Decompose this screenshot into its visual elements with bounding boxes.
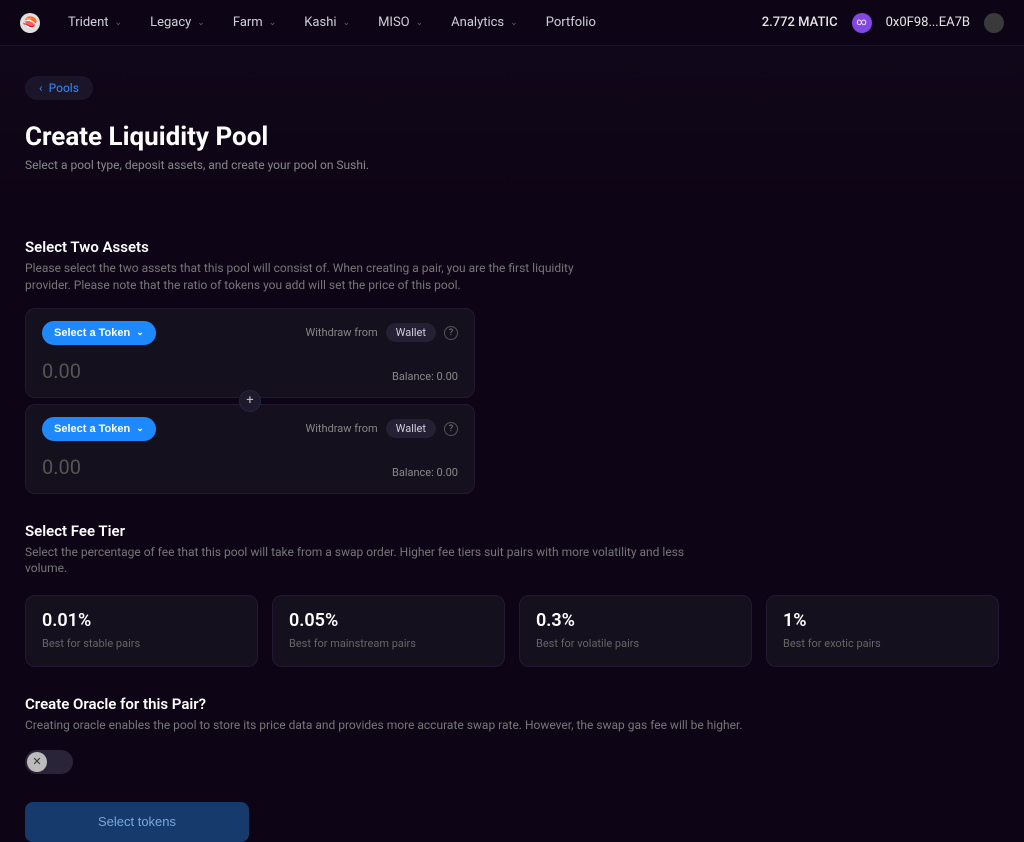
chevron-down-icon: ⌄ — [269, 18, 277, 28]
app-logo[interactable]: 🍣 — [20, 13, 40, 33]
chevron-down-icon: ⌄ — [416, 18, 424, 28]
chevron-down-icon: ⌄ — [136, 423, 144, 434]
fee-tier-0.3[interactable]: 0.3% Best for volatile pairs — [519, 595, 752, 667]
chevron-down-icon: ⌄ — [115, 18, 123, 28]
fee-tier-percent: 1% — [783, 610, 982, 631]
fee-tier-percent: 0.3% — [536, 610, 735, 631]
avatar[interactable] — [984, 13, 1004, 33]
assets-section-title: Select Two Assets — [25, 238, 999, 256]
assets-section-desc: Please select the two assets that this p… — [25, 260, 585, 294]
help-icon[interactable]: ? — [444, 326, 458, 340]
balance-b: Balance: 0.00 — [392, 466, 458, 479]
chain-icon[interactable]: ∞ — [852, 13, 872, 33]
back-to-pools[interactable]: ‹ Pools — [25, 76, 93, 100]
wallet-balance: 2.772 MATIC — [762, 15, 838, 30]
chevron-left-icon: ‹ — [39, 81, 43, 95]
fee-tier-0.01[interactable]: 0.01% Best for stable pairs — [25, 595, 258, 667]
fee-tier-desc: Best for stable pairs — [42, 637, 241, 650]
select-token-b-button[interactable]: Select a Token ⌄ — [42, 417, 156, 441]
asset-input-b: Select a Token ⌄ Withdraw from Wallet ? … — [25, 404, 475, 494]
withdraw-source-b[interactable]: Wallet — [386, 419, 436, 438]
fee-tier-desc: Best for exotic pairs — [783, 637, 982, 650]
page-subtitle: Select a pool type, deposit assets, and … — [25, 158, 999, 172]
balance-a: Balance: 0.00 — [392, 370, 458, 383]
nav-item-trident[interactable]: Trident⌄ — [68, 15, 122, 30]
nav-item-miso[interactable]: MISO⌄ — [378, 15, 423, 30]
fee-section-title: Select Fee Tier — [25, 522, 999, 540]
select-tokens-button[interactable]: Select tokens — [25, 802, 249, 842]
nav-item-legacy[interactable]: Legacy⌄ — [150, 15, 205, 30]
amount-input-b[interactable]: 0.00 — [42, 455, 81, 479]
fee-section-desc: Select the percentage of fee that this p… — [25, 544, 725, 578]
chevron-down-icon: ⌄ — [136, 327, 144, 338]
fee-tier-1[interactable]: 1% Best for exotic pairs — [766, 595, 999, 667]
nav-item-analytics[interactable]: Analytics⌄ — [451, 15, 518, 30]
back-label: Pools — [49, 81, 79, 95]
fee-tier-percent: 0.01% — [42, 610, 241, 631]
chevron-down-icon: ⌄ — [197, 18, 205, 28]
fee-tier-percent: 0.05% — [289, 610, 488, 631]
asset-input-a: Select a Token ⌄ Withdraw from Wallet ? … — [25, 308, 475, 398]
chevron-down-icon: ⌄ — [343, 18, 351, 28]
fee-tier-desc: Best for mainstream pairs — [289, 637, 488, 650]
wallet-address[interactable]: 0x0F98...EA7B — [886, 15, 970, 30]
oracle-section-title: Create Oracle for this Pair? — [25, 695, 999, 713]
withdraw-source-a[interactable]: Wallet — [386, 323, 436, 342]
amount-input-a[interactable]: 0.00 — [42, 359, 81, 383]
withdraw-from-label: Withdraw from — [305, 422, 377, 435]
fee-tier-0.05[interactable]: 0.05% Best for mainstream pairs — [272, 595, 505, 667]
fee-tier-desc: Best for volatile pairs — [536, 637, 735, 650]
oracle-toggle[interactable]: ✕ — [25, 750, 73, 774]
plus-icon: + — [239, 390, 261, 412]
select-token-a-button[interactable]: Select a Token ⌄ — [42, 321, 156, 345]
close-icon: ✕ — [27, 752, 47, 772]
nav-item-portfolio[interactable]: Portfolio — [546, 15, 596, 30]
chevron-down-icon: ⌄ — [510, 18, 518, 28]
withdraw-from-label: Withdraw from — [305, 326, 377, 339]
page-title: Create Liquidity Pool — [25, 122, 999, 152]
nav-item-kashi[interactable]: Kashi⌄ — [304, 15, 350, 30]
nav-item-farm[interactable]: Farm⌄ — [233, 15, 276, 30]
help-icon[interactable]: ? — [444, 422, 458, 436]
oracle-section-desc: Creating oracle enables the pool to stor… — [25, 717, 745, 734]
